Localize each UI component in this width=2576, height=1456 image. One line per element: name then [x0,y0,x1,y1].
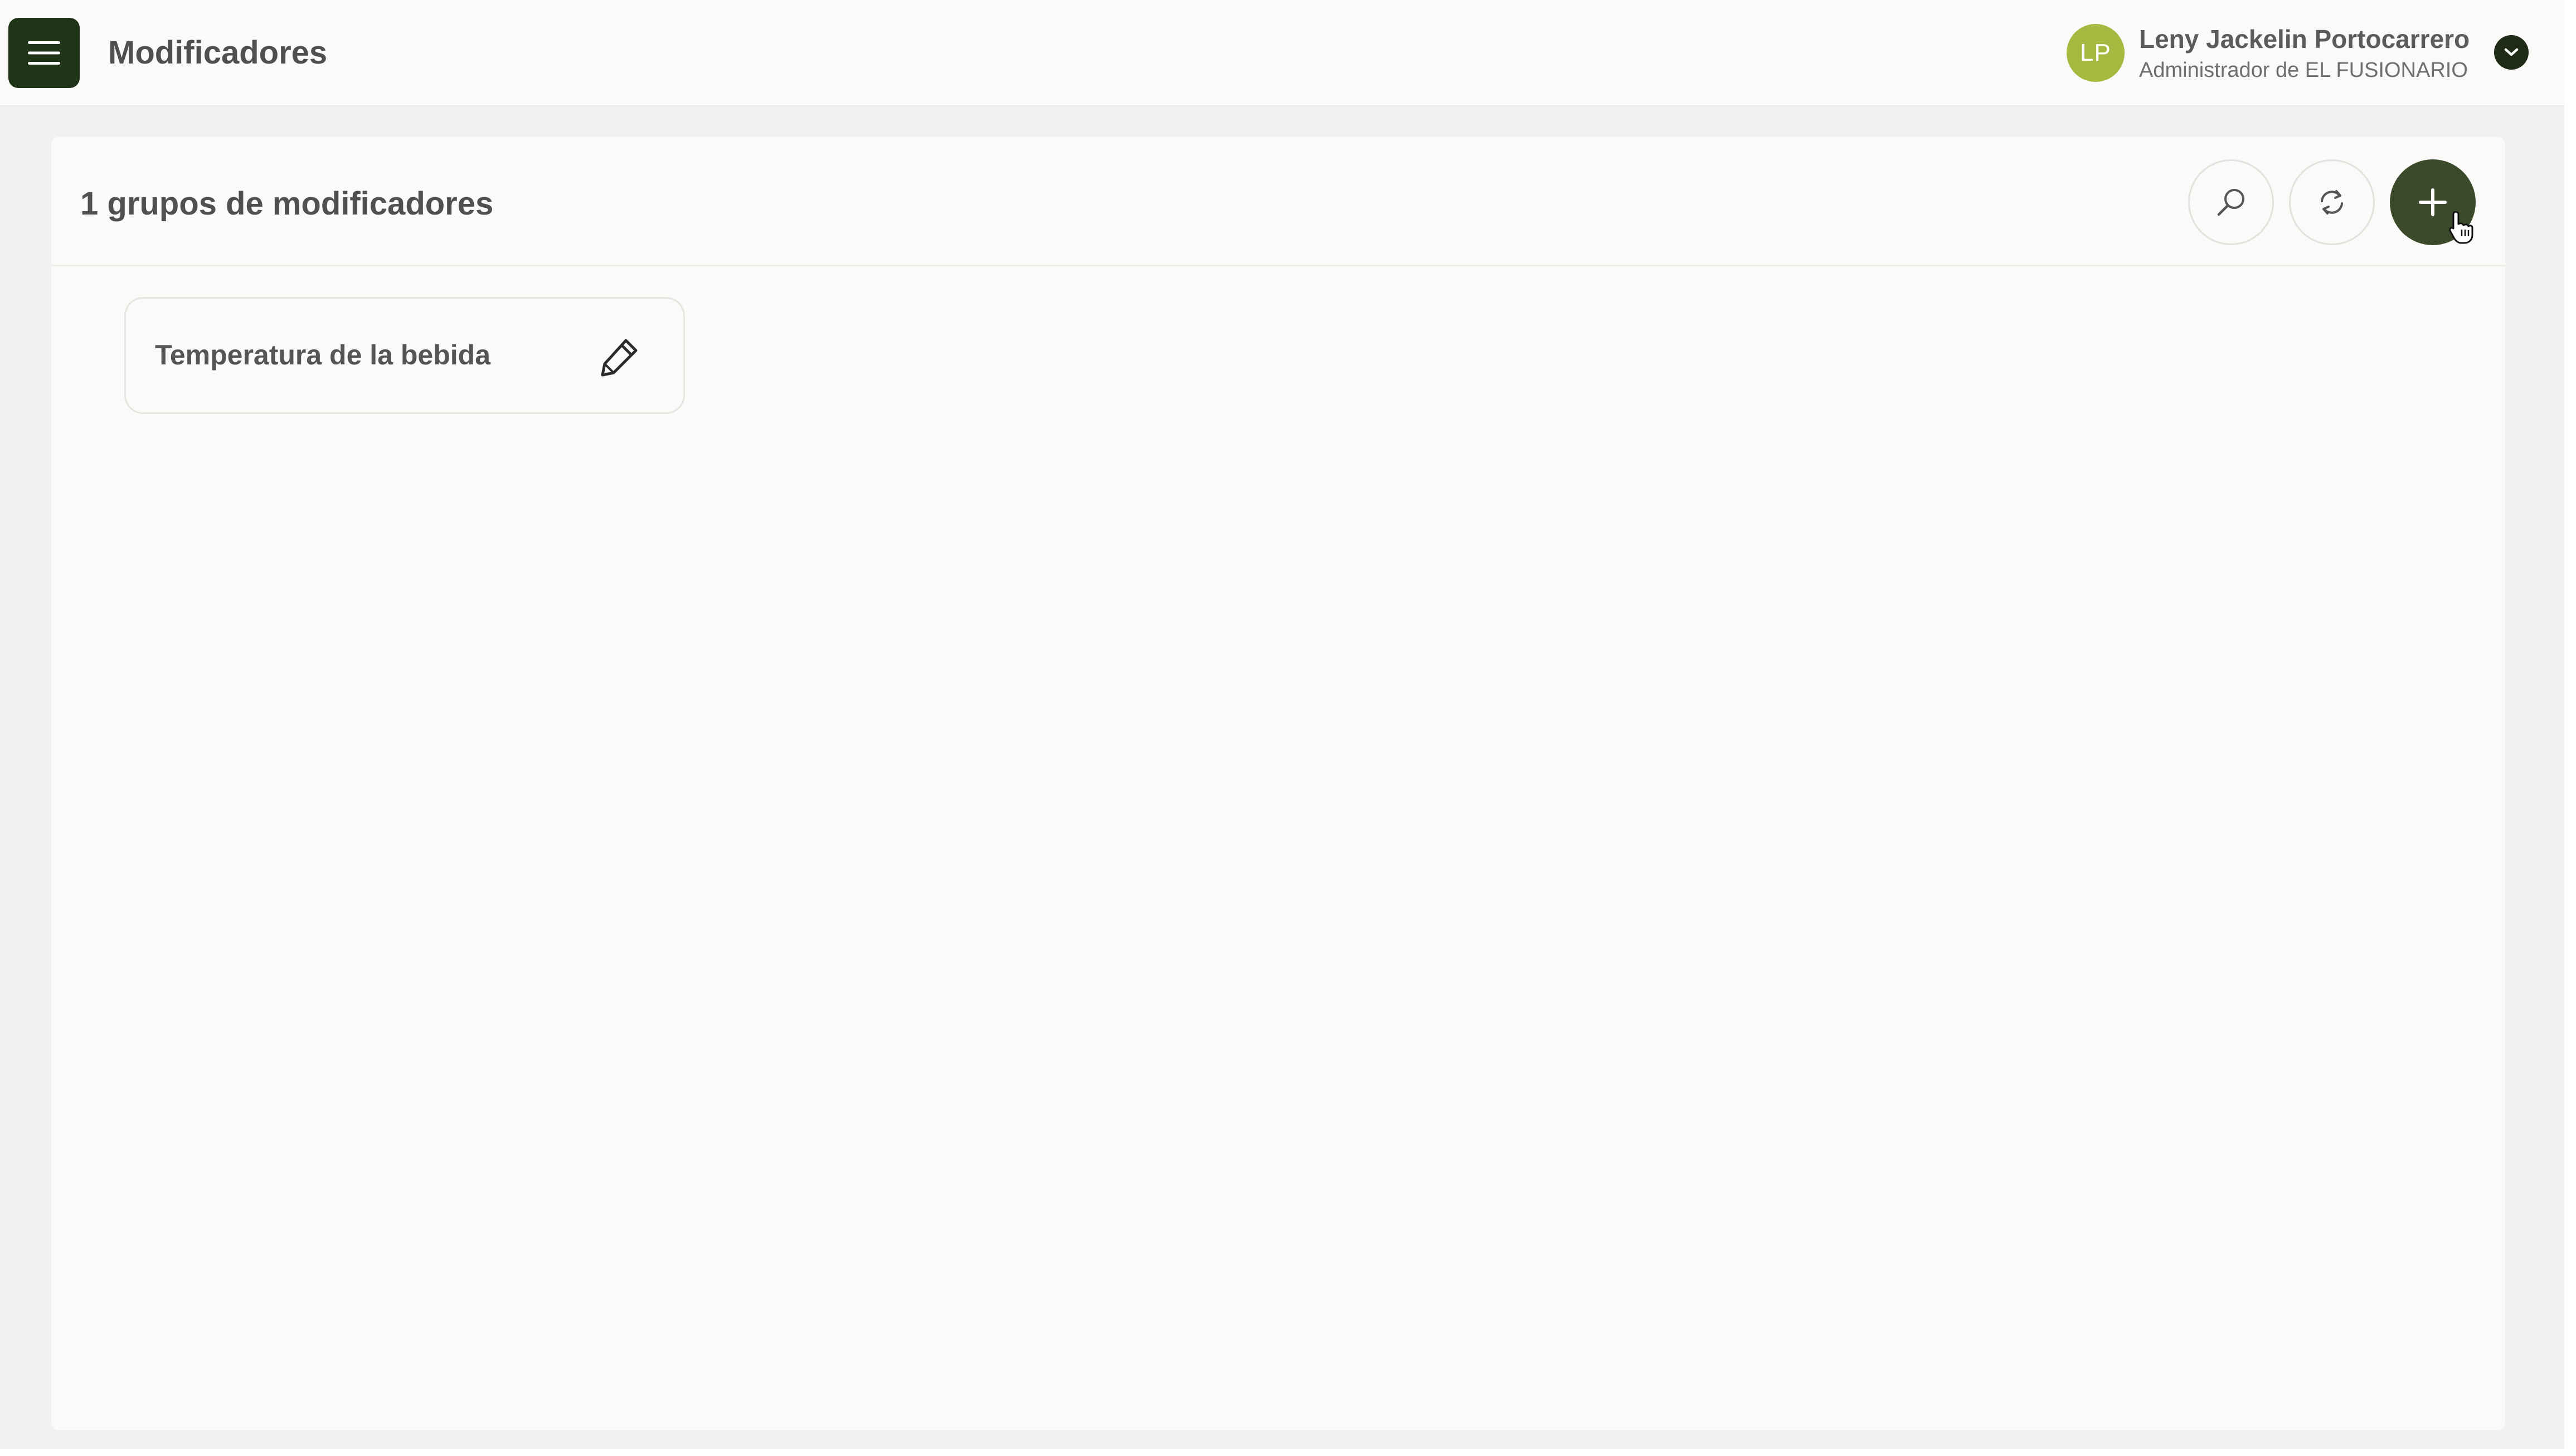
chevron-down-icon [2504,48,2519,56]
window-edge-bottom [0,1449,2564,1456]
refresh-icon [2321,190,2343,215]
hamburger-icon [28,41,60,65]
user-name: Leny Jackelin Portocarrero [2139,25,2470,53]
menu-button[interactable] [8,18,80,88]
add-group-button[interactable] [2390,159,2476,245]
top-bar: Modificadores LP Leny Jackelin Portocarr… [0,0,2564,106]
plus-icon [2419,188,2447,216]
edit-group-button[interactable] [594,332,644,382]
modifier-group-card[interactable]: Temperatura de la bebida [124,297,685,414]
search-button[interactable] [2188,159,2274,245]
refresh-button[interactable] [2289,159,2375,245]
groups-count-title: 1 grupos de modificadores [80,186,494,222]
user-menu-button[interactable] [2494,35,2529,70]
panel-header: 1 grupos de modificadores [51,137,2505,266]
pencil-icon [601,339,638,377]
search-icon [2217,189,2244,216]
modifier-group-name: Temperatura de la bebida [155,339,491,371]
modifier-groups-panel: 1 grupos de modificadores Temperatura de… [51,137,2505,1430]
user-role: Administrador de EL FUSIONARIO [2139,59,2468,82]
page-title: Modificadores [108,35,328,71]
window-edge [2564,0,2576,1456]
app-window: Modificadores LP Leny Jackelin Portocarr… [0,0,2564,1456]
avatar[interactable]: LP [2067,24,2125,82]
